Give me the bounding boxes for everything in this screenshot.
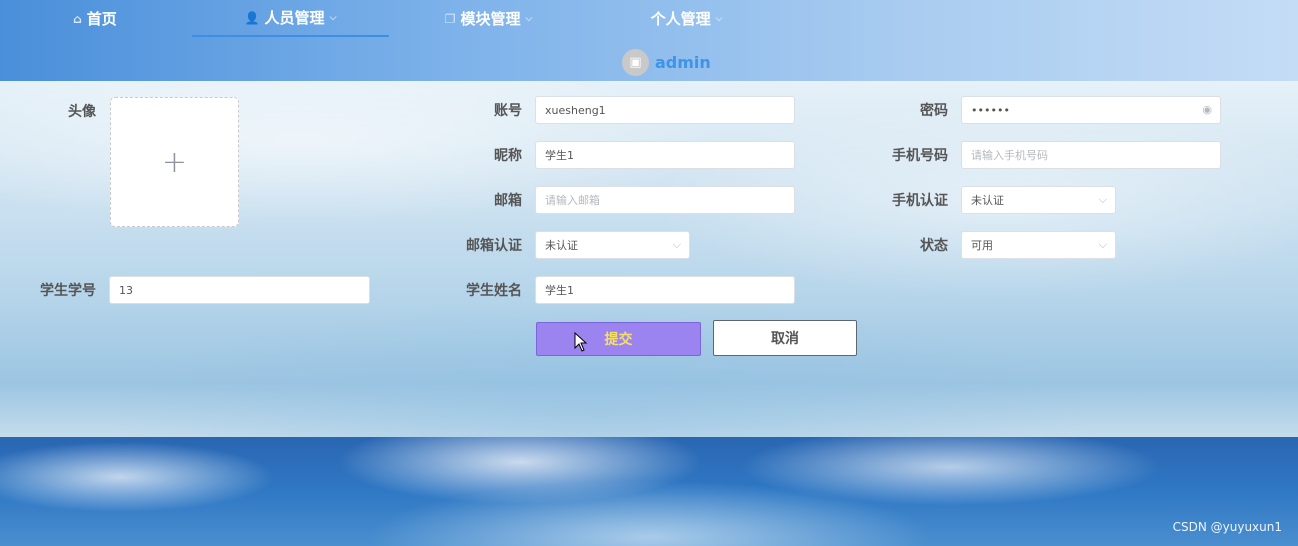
eye-icon[interactable]: ◉ xyxy=(1202,103,1212,116)
chevron-down-icon: ⌵ xyxy=(715,13,723,24)
nav-module-management[interactable]: ❐ 模块管理 ⌵ xyxy=(390,0,587,37)
chevron-down-icon: ⌵ xyxy=(525,13,533,24)
student-no-label: 学生学号 xyxy=(40,283,96,299)
user-icon: 👤 xyxy=(244,10,260,25)
image-icon: ▣ xyxy=(629,54,642,70)
module-icon: ❐ xyxy=(444,11,456,26)
email-label: 邮箱 xyxy=(494,193,522,209)
email-input[interactable]: 请输入邮箱 xyxy=(535,186,795,214)
password-input[interactable]: •••••• ◉ xyxy=(961,96,1221,124)
phone-verify-value: 未认证 xyxy=(971,194,1004,207)
watermark: CSDN @yuyuxun1 xyxy=(1172,520,1282,534)
nickname-input[interactable]: 学生1 xyxy=(535,141,795,169)
avatar-label: 头像 xyxy=(68,104,96,120)
nav-personnel-management[interactable]: 👤 人员管理 ⌵ xyxy=(192,0,389,37)
student-name-label: 学生姓名 xyxy=(466,283,522,299)
avatar: ▣ xyxy=(622,48,649,76)
email-verify-value: 未认证 xyxy=(545,239,578,252)
phone-label: 手机号码 xyxy=(892,148,948,164)
mouse-cursor-icon xyxy=(574,332,588,352)
password-value: •••••• xyxy=(971,103,1010,117)
cancel-button[interactable]: 取消 xyxy=(713,320,857,356)
chevron-down-icon: ⌵ xyxy=(672,238,681,251)
email-verify-select[interactable]: 未认证 ⌵ xyxy=(535,231,690,259)
nav-personal-management[interactable]: 个人管理 ⌵ xyxy=(588,0,785,37)
sky-background xyxy=(0,437,1298,546)
username: admin xyxy=(655,52,711,72)
nav-module-label: 模块管理 xyxy=(460,10,521,28)
chevron-down-icon: ⌵ xyxy=(1098,193,1107,206)
chevron-down-icon: ⌵ xyxy=(1098,238,1107,251)
nav-home[interactable]: ⌂ 首页 xyxy=(40,0,150,37)
phone-input[interactable]: 请输入手机号码 xyxy=(961,141,1221,169)
student-name-input[interactable]: 学生1 xyxy=(535,276,795,304)
avatar-uploader[interactable]: + xyxy=(110,97,239,227)
plus-icon: + xyxy=(161,144,188,180)
nav-personal-label: 个人管理 xyxy=(650,10,711,28)
chevron-down-icon: ⌵ xyxy=(329,12,337,23)
home-icon: ⌂ xyxy=(73,11,82,26)
phone-verify-label: 手机认证 xyxy=(892,193,948,209)
account-input[interactable]: xuesheng1 xyxy=(535,96,795,124)
submit-button[interactable]: 提交 xyxy=(536,322,701,356)
user-menu[interactable]: ▣ admin xyxy=(622,47,711,77)
nickname-label: 昵称 xyxy=(494,148,522,164)
password-label: 密码 xyxy=(920,103,948,119)
nav-personnel-label: 人员管理 xyxy=(264,9,325,27)
status-label: 状态 xyxy=(920,238,948,254)
account-label: 账号 xyxy=(494,103,522,119)
nav-home-label: 首页 xyxy=(86,10,117,28)
top-navbar: ⌂ 首页 👤 人员管理 ⌵ ❐ 模块管理 ⌵ 个人管理 ⌵ ▣ admin xyxy=(0,0,1298,81)
status-select[interactable]: 可用 ⌵ xyxy=(961,231,1116,259)
status-value: 可用 xyxy=(971,239,993,252)
email-verify-label: 邮箱认证 xyxy=(466,238,522,254)
phone-verify-select[interactable]: 未认证 ⌵ xyxy=(961,186,1116,214)
student-no-input[interactable]: 13 xyxy=(109,276,370,304)
